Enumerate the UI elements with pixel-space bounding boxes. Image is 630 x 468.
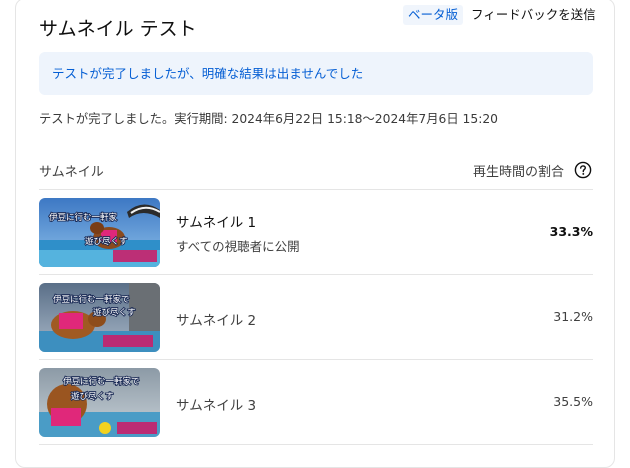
table-row: 伊豆に行む一軒家で 遊び尽くす サムネイル 3 35.5% [39,360,593,445]
result-banner: テストが完了しましたが、明確な結果は出ませんでした [39,52,593,95]
watch-ratio-2: 31.2% [553,309,593,324]
thumbnail-visibility-1: すべての視聴者に公開 [176,239,300,254]
watch-ratio-1: 33.3% [549,224,593,239]
page-title: サムネイル テスト [39,18,197,40]
svg-text:伊豆に行む一軒家で: 伊豆に行む一軒家で [63,376,140,387]
thumbnail-name-1: サムネイル 1 [176,215,257,231]
thumbnail-image-2[interactable]: 伊豆に行む一軒家で 遊び尽くす [39,283,160,352]
svg-text:遊び尽くす: 遊び尽くす [71,391,114,402]
table-row: 伊豆に行む一軒家で 遊び尽くす サムネイル 2 31.2% [39,275,593,360]
svg-text:遊び尽くす: 遊び尽くす [93,307,136,318]
test-period-text: テストが完了しました。実行期間: 2024年6月22日 15:18～2024年7… [39,112,498,126]
question-circle-icon[interactable] [574,161,592,179]
table-row: 伊豆に行む一軒家 遊び尽くす サムネイル 1 すべての視聴者に公開 33.3% [39,190,593,275]
column-header-watch-ratio: 再生時間の割合 [472,165,564,180]
beta-badge: ベータ版 [403,5,464,25]
thumbnail-name-2: サムネイル 2 [176,313,257,329]
column-header-thumbnail: サムネイル [39,165,104,180]
svg-text:伊豆に行む一軒家で: 伊豆に行む一軒家で [53,294,130,305]
send-feedback-link[interactable]: フィードバックを送信 [471,5,596,25]
svg-text:遊び尽くす: 遊び尽くす [85,236,128,247]
thumbnail-name-3: サムネイル 3 [176,398,257,414]
watch-ratio-3: 35.5% [553,394,593,409]
svg-text:伊豆に行む一軒家: 伊豆に行む一軒家 [49,212,118,223]
table-divider [39,444,593,445]
result-banner-text: テストが完了しましたが、明確な結果は出ませんでした [52,66,364,81]
thumbnail-image-1[interactable]: 伊豆に行む一軒家 遊び尽くす [39,198,160,267]
thumbnail-image-3[interactable]: 伊豆に行む一軒家で 遊び尽くす [39,368,160,437]
